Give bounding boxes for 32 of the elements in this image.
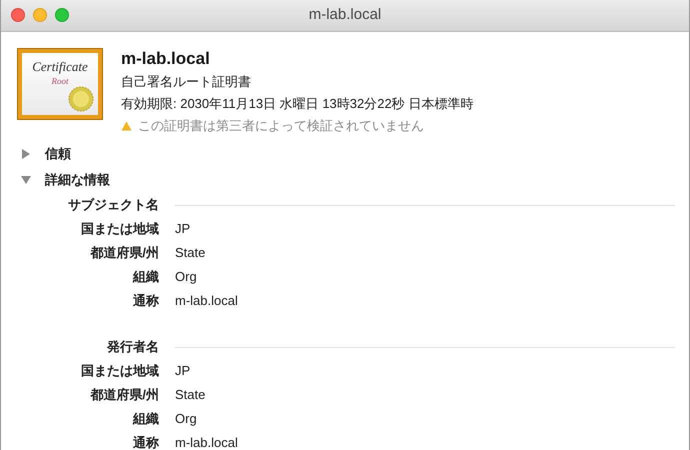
disclosure-toggle[interactable]: 詳細な情報 — [1, 167, 689, 193]
field-value: JP — [175, 362, 190, 380]
field-value: State — [175, 244, 206, 262]
window-title: m-lab.local — [308, 5, 382, 26]
minimize-button[interactable] — [33, 8, 47, 22]
disclosure-toggle[interactable]: 信頼 — [1, 141, 689, 167]
field-value: State — [175, 386, 206, 404]
group-heading: 発行者名 — [106, 338, 159, 356]
field-value: m-lab.local — [175, 434, 238, 450]
field-label: 都道府県/州 — [89, 386, 159, 404]
group-heading: サブジェクト名 — [67, 196, 159, 214]
field-value: Org — [175, 410, 197, 428]
field-value: Org — [175, 268, 197, 286]
field-label: 通称 — [132, 434, 159, 450]
zoom-button[interactable] — [55, 8, 69, 22]
field-label: 国または地域 — [80, 220, 159, 238]
disclosure-triangle-icon — [21, 149, 31, 159]
close-button[interactable] — [11, 8, 25, 22]
certificate-name: m-lab.local — [121, 48, 211, 70]
certificate-type: 自己署名ルート証明書 — [121, 73, 252, 91]
warning-text: この証明書は第三者によって検証されていません — [138, 117, 424, 136]
field-label: 都道府県/州 — [89, 244, 159, 262]
field-value: JP — [175, 220, 190, 238]
field-label: 組織 — [132, 410, 159, 428]
disclosure-triangle-icon — [21, 175, 31, 185]
field-value: m-lab.local — [175, 292, 238, 310]
expiry-date: 有効期限: 2030年11月13日 水曜日 13時32分22秒 日本標準時 — [121, 95, 474, 113]
field-label: 組織 — [132, 268, 159, 286]
certificate-icon: Certificate Root — [17, 48, 103, 120]
field-label: 国または地域 — [80, 362, 159, 380]
field-label: 通称 — [132, 292, 159, 310]
warning-icon — [121, 121, 132, 131]
